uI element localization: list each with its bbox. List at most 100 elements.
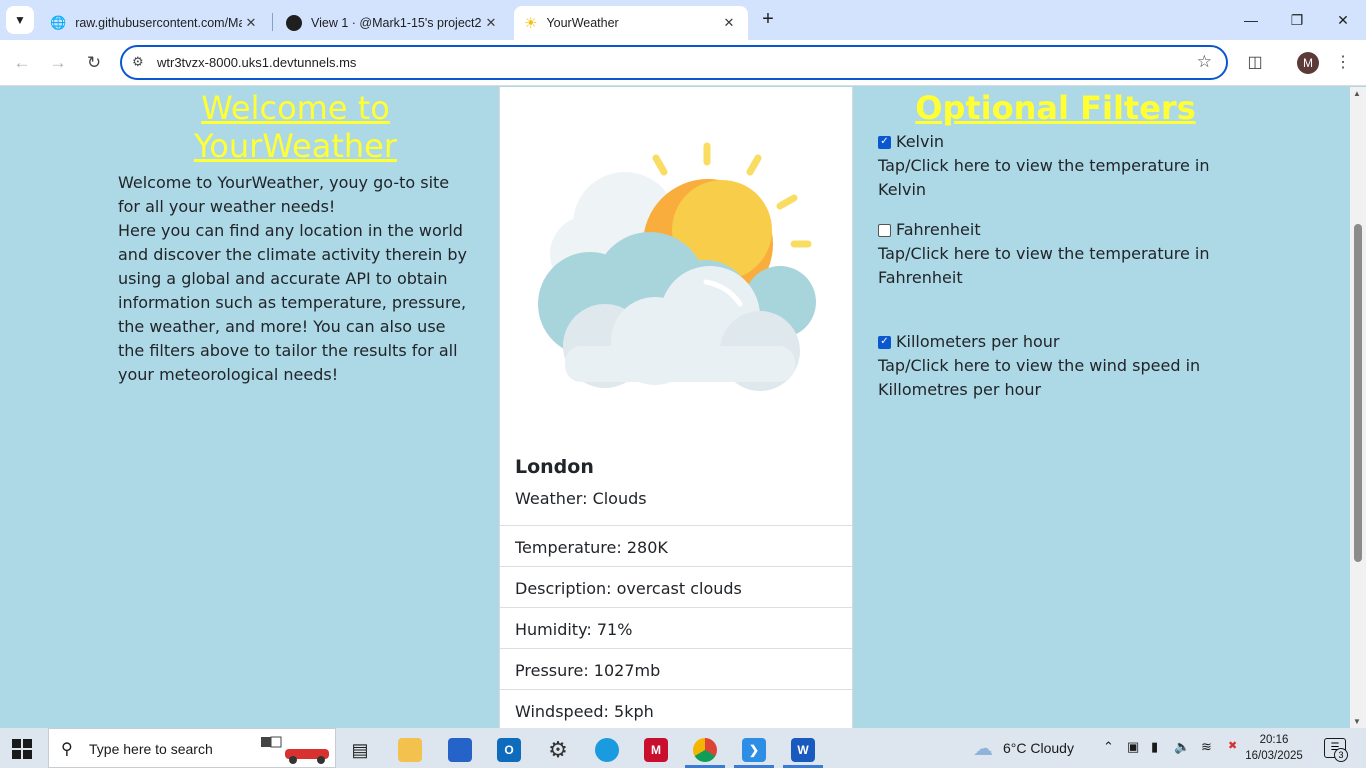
search-placeholder[interactable]: Type here to search xyxy=(89,741,213,757)
shield-icon: M xyxy=(644,738,668,762)
windows-taskbar: ⚲ Type here to search ▤ O ⚙ M ❯ W ☁ 6°C … xyxy=(0,728,1366,768)
clock-time: 20:16 xyxy=(1259,734,1289,746)
scroll-down-icon[interactable]: ▼ xyxy=(1353,717,1361,726)
task-view-button[interactable]: ▤ xyxy=(338,732,382,768)
cloud-icon: ☁ xyxy=(973,737,993,760)
welcome-description: Here you can find any location in the wo… xyxy=(118,221,467,384)
kph-help: Tap/Click here to view the wind speed in… xyxy=(878,356,1201,399)
taskbar-search[interactable]: ⚲ Type here to search xyxy=(48,728,336,768)
wifi-icon[interactable]: ≋ xyxy=(1201,739,1212,755)
tab-divider xyxy=(272,13,273,31)
temperature-item: Temperature: 280K xyxy=(500,525,852,566)
chrome-button[interactable] xyxy=(683,732,727,768)
outlook-button[interactable]: O xyxy=(487,732,531,768)
extensions-button[interactable]: ◫ xyxy=(1243,51,1267,75)
tab-raw-github[interactable]: 🌐 raw.githubusercontent.com/Ma ✕ xyxy=(40,6,270,40)
search-highlight-icon xyxy=(261,736,329,764)
weather-main: Weather: Clouds xyxy=(515,489,647,508)
scroll-thumb[interactable] xyxy=(1354,224,1362,562)
address-text[interactable]: wtr3tvzx-8000.uks1.devtunnels.ms xyxy=(157,55,356,70)
minimize-icon: — xyxy=(1244,12,1258,28)
tab-title: raw.githubusercontent.com/Ma xyxy=(75,16,242,30)
vscode-button[interactable]: ❯ xyxy=(732,732,776,768)
folder-icon xyxy=(398,738,422,762)
chevron-down-icon: ▼ xyxy=(14,13,26,27)
windows-logo-icon xyxy=(12,739,21,748)
fahrenheit-checkbox[interactable] xyxy=(878,223,891,237)
welcome-title: Welcome to YourWeather xyxy=(193,89,398,165)
kelvin-label[interactable]: Kelvin xyxy=(896,130,944,154)
arrow-left-icon: ← xyxy=(13,53,31,72)
settings-button[interactable]: ⚙ xyxy=(536,732,580,768)
word-button[interactable]: W xyxy=(781,732,825,768)
windows-logo-icon xyxy=(23,739,32,748)
address-bar[interactable]: ⚙ wtr3tvzx-8000.uks1.devtunnels.ms ☆ xyxy=(120,45,1228,80)
kph-label[interactable]: Killometers per hour xyxy=(896,330,1059,354)
new-tab-button[interactable]: + xyxy=(756,8,780,32)
notification-count: 3 xyxy=(1334,748,1348,762)
welcome-intro: Welcome to YourWeather, youy go-to site … xyxy=(118,173,450,216)
restore-button[interactable]: ❐ xyxy=(1274,0,1320,40)
plus-icon: + xyxy=(762,8,774,30)
forward-button[interactable]: → xyxy=(46,51,70,75)
filter-kelvin: ✓ Kelvin Tap/Click here to view the temp… xyxy=(878,130,1238,202)
fahrenheit-help: Tap/Click here to view the temperature i… xyxy=(878,244,1210,287)
edge-icon xyxy=(595,738,619,762)
fahrenheit-label[interactable]: Fahrenheit xyxy=(896,218,981,242)
site-info-icon[interactable]: ⚙ xyxy=(132,54,144,70)
error-badge-icon[interactable]: ✖ xyxy=(1228,739,1237,752)
chrome-icon xyxy=(693,738,717,762)
outlook-icon: O xyxy=(497,738,521,762)
windows-logo-icon xyxy=(12,750,21,759)
weather-details-list: Temperature: 280K Description: overcast … xyxy=(500,525,852,728)
restore-icon: ❐ xyxy=(1290,11,1304,28)
file-explorer-button[interactable] xyxy=(388,732,432,768)
tab-title: YourWeather xyxy=(546,16,619,30)
task-view-icon: ▤ xyxy=(351,739,369,760)
tray-weather[interactable]: ☁ 6°C Cloudy xyxy=(973,728,1074,768)
chevron-up-icon[interactable]: ⌃ xyxy=(1103,739,1114,755)
close-icon[interactable]: ✕ xyxy=(482,15,500,31)
tray-weather-text: 6°C Cloudy xyxy=(1003,740,1074,756)
meet-now-icon[interactable]: ▣ xyxy=(1127,739,1139,755)
filters-title: Optional Filters xyxy=(915,89,1196,127)
tab-search-button[interactable]: ▼ xyxy=(6,6,34,34)
taskbar-clock[interactable]: 20:16 16/03/2025 xyxy=(1242,732,1306,764)
back-button[interactable]: ← xyxy=(10,51,34,75)
kelvin-help: Tap/Click here to view the temperature i… xyxy=(878,156,1210,199)
kph-checkbox[interactable]: ✓ xyxy=(878,335,891,349)
word-icon: W xyxy=(791,738,815,762)
close-icon[interactable]: ✕ xyxy=(242,15,260,31)
reload-button[interactable]: ↻ xyxy=(82,51,106,75)
browser-menu-button[interactable]: ⋮ xyxy=(1334,51,1352,75)
clock-date: 16/03/2025 xyxy=(1245,750,1303,762)
browser-toolbar: ← → ↻ ⚙ wtr3tvzx-8000.uks1.devtunnels.ms… xyxy=(0,40,1366,86)
github-icon xyxy=(286,15,302,31)
close-window-button[interactable]: ✕ xyxy=(1320,0,1366,40)
mcafee-button[interactable]: M xyxy=(634,732,678,768)
star-icon[interactable]: ☆ xyxy=(1197,52,1212,72)
page-scrollbar[interactable]: ▲ ▼ xyxy=(1350,87,1366,728)
pressure-item: Pressure: 1027mb xyxy=(500,648,852,689)
edge-button[interactable] xyxy=(585,732,629,768)
description-item: Description: overcast clouds xyxy=(500,566,852,607)
windspeed-item: Windspeed: 5kph xyxy=(500,689,852,728)
microsoft-store-button[interactable] xyxy=(438,732,482,768)
weather-card: London Weather: Clouds Temperature: 280K… xyxy=(499,87,853,728)
tab-strip: ▼ 🌐 raw.githubusercontent.com/Ma ✕ View … xyxy=(0,0,1366,40)
windows-logo-icon xyxy=(23,750,32,759)
windows-start-button[interactable] xyxy=(12,739,32,759)
close-icon[interactable]: ✕ xyxy=(720,15,738,31)
kelvin-checkbox[interactable]: ✓ xyxy=(878,135,891,149)
minimize-button[interactable]: — xyxy=(1228,0,1274,40)
search-icon: ⚲ xyxy=(61,741,73,758)
page-content: Welcome to YourWeather Welcome to YourWe… xyxy=(0,87,1350,728)
tab-yourweather[interactable]: ☀ YourWeather ✕ xyxy=(514,6,748,40)
scroll-up-icon[interactable]: ▲ xyxy=(1353,89,1361,98)
tab-github-project[interactable]: View 1 · @Mark1-15's project2 ✕ xyxy=(276,6,510,40)
profile-avatar[interactable]: M xyxy=(1297,52,1319,74)
welcome-text: Welcome to YourWeather, youy go-to site … xyxy=(118,171,468,387)
store-icon xyxy=(448,738,472,762)
volume-icon[interactable]: 🔈 xyxy=(1174,739,1190,755)
battery-icon[interactable]: ▮ xyxy=(1151,739,1158,755)
